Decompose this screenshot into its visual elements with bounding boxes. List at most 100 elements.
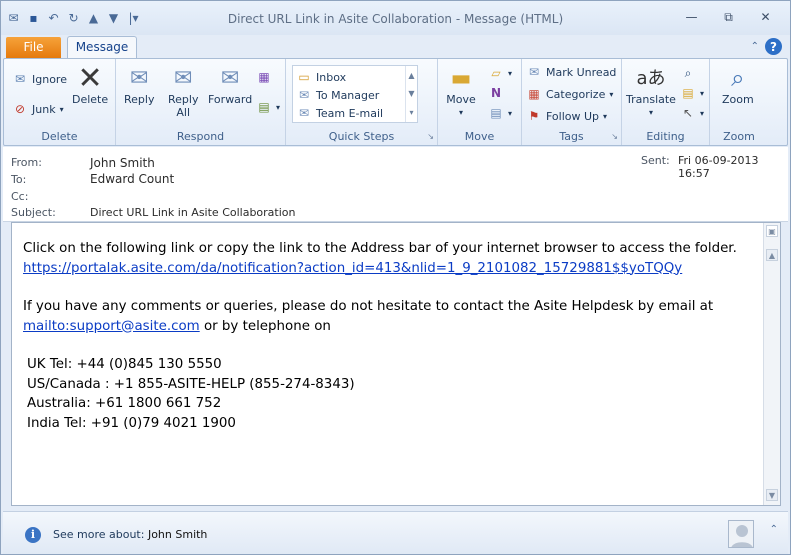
folder-move-icon: ▭: [298, 70, 310, 84]
group-quick-steps: ▭ Inbox ✉ To Manager ✉ Team E-mail ▲ ▼ ▾…: [286, 59, 438, 145]
actions-button[interactable]: ▤ ▾: [488, 105, 512, 121]
reply-all-button[interactable]: ✉ Reply All: [168, 63, 198, 119]
help-icon[interactable]: ?: [765, 38, 782, 55]
move-button[interactable]: ▬ Move ▾: [446, 63, 476, 119]
junk-label: Junk: [32, 102, 56, 116]
reply-icon: ✉: [130, 65, 149, 91]
junk-dropdown-icon: ▾: [59, 104, 64, 114]
sent-label: Sent:: [641, 154, 670, 167]
body-scrollbar[interactable]: ▣ ▲ ▼: [763, 223, 780, 505]
mark-unread-icon: ✉: [528, 65, 540, 79]
ribbon: ✉ Ignore ⊘ Junk ▾ ✕ Delete Delete ✉ Reply…: [3, 58, 788, 146]
title-bar: ✉ ▪ ↶ ↻ ▲ ▼ |▾ Direct URL Link in Asite …: [1, 1, 790, 35]
group-label-delete: Delete: [41, 130, 78, 143]
rules-dropdown-icon: ▾: [508, 68, 513, 78]
window-controls: — ⧉ ✕: [673, 7, 784, 27]
zoom-button[interactable]: ⌕ Zoom: [722, 63, 754, 107]
ribbon-right-controls: ⌃ ?: [751, 38, 782, 55]
close-button[interactable]: ✕: [747, 7, 784, 27]
meeting-button[interactable]: ▦: [256, 69, 272, 85]
avatar[interactable]: [728, 520, 754, 548]
quick-step-to-manager[interactable]: ✉ To Manager: [296, 87, 379, 103]
select-button[interactable]: ↖ ▾: [680, 105, 704, 121]
quick-step-team-email[interactable]: ✉ Team E-mail: [296, 105, 383, 121]
quick-steps-scroll[interactable]: ▲ ▼ ▾: [405, 66, 417, 122]
more-respond-dropdown-icon: ▾: [276, 102, 281, 112]
find-button[interactable]: ⌕: [680, 65, 696, 81]
more-respond-button[interactable]: ▤ ▾: [256, 99, 280, 115]
from-value[interactable]: John Smith: [90, 156, 155, 170]
delete-label: Delete: [72, 93, 109, 106]
rules-icon: ▱: [491, 66, 501, 80]
translate-label: Translate: [626, 93, 676, 106]
message-body: Click on the following link or copy the …: [11, 222, 781, 506]
reply-button[interactable]: ✉ Reply: [124, 63, 154, 106]
forward-label: Forward: [208, 93, 253, 106]
tab-file[interactable]: File: [6, 37, 61, 58]
mark-unread-button[interactable]: ✉ Mark Unread: [526, 64, 616, 80]
reply-all-label-1: Reply: [168, 93, 199, 106]
follow-up-button[interactable]: ⚑ Follow Up ▾: [526, 108, 607, 124]
translate-button[interactable]: aあ Translate ▾: [626, 63, 676, 119]
quick-step-inbox-label: Inbox: [316, 70, 347, 84]
reply-label: Reply: [124, 93, 155, 106]
body-line-telephone: or by telephone on: [199, 318, 331, 334]
quick-step-to-manager-label: To Manager: [316, 88, 380, 102]
collapse-people-pane-icon[interactable]: ⌃: [770, 524, 778, 535]
minimize-button[interactable]: —: [673, 7, 710, 27]
people-pane: i See more about: John Smith ⌃: [3, 511, 788, 554]
tab-message[interactable]: Message: [67, 36, 137, 59]
categorize-button[interactable]: ▦ Categorize ▾: [526, 86, 613, 102]
reply-all-label-2: All: [176, 106, 191, 119]
body-line-instructions: Click on the following link or copy the …: [23, 241, 737, 256]
delete-button[interactable]: ✕ Delete: [72, 63, 108, 106]
related-button[interactable]: ▤ ▾: [680, 85, 704, 101]
follow-up-label: Follow Up: [546, 109, 600, 123]
forward-icon: ✉: [220, 65, 240, 91]
restore-button[interactable]: ⧉: [710, 7, 747, 27]
forward-mail-icon: ✉: [298, 88, 310, 102]
junk-icon: ⊘: [14, 102, 26, 116]
subject-value: Direct URL Link in Asite Collaboration: [90, 206, 296, 219]
follow-up-dropdown-icon: ▾: [603, 111, 608, 121]
minimize-ribbon-icon[interactable]: ⌃: [751, 41, 759, 52]
from-label: From:: [11, 156, 42, 169]
to-label: To:: [11, 173, 27, 186]
delete-x-icon: ✕: [77, 60, 103, 96]
see-more-about[interactable]: See more about: John Smith: [53, 528, 207, 541]
actions-icon: ▤: [490, 106, 502, 120]
flag-icon: ⚑: [528, 109, 540, 123]
scroll-down-arrow-icon[interactable]: ▼: [766, 489, 778, 501]
message-body-text: Click on the following link or copy the …: [23, 239, 737, 433]
ignore-button[interactable]: ✉ Ignore: [12, 71, 67, 87]
group-label-tags: Tags: [559, 130, 584, 143]
tel-us-canada: US/Canada : +1 855-ASITE-HELP (855-274-8…: [27, 376, 355, 392]
folder-link[interactable]: https://portalak.asite.com/da/notificati…: [23, 261, 682, 276]
ignore-icon: ✉: [14, 72, 26, 86]
rules-button[interactable]: ▱ ▾: [488, 65, 512, 81]
categorize-icon: ▦: [528, 87, 540, 101]
scroll-down-icon[interactable]: ▼: [408, 89, 414, 98]
cc-label: Cc:: [11, 190, 29, 203]
expand-icon[interactable]: ▾: [409, 108, 413, 117]
support-email-link[interactable]: mailto:support@asite.com: [23, 319, 200, 334]
forward-button[interactable]: ✉ Forward: [208, 63, 252, 106]
group-delete: ✉ Ignore ⊘ Junk ▾ ✕ Delete Delete: [4, 59, 116, 145]
group-label-quick-steps: Quick Steps: [328, 130, 395, 143]
move-folder-icon: ▬: [450, 65, 472, 91]
group-respond: ✉ Reply ✉ Reply All ✉ Forward ▦ ▤ ▾ Respo…: [116, 59, 286, 145]
scroll-up-icon[interactable]: ▲: [408, 71, 414, 80]
move-dropdown-icon: ▾: [458, 108, 463, 117]
tel-australia: Australia: +61 1800 661 752: [27, 396, 222, 411]
group-label-respond: Respond: [176, 130, 225, 143]
reading-options-icon[interactable]: ▣: [766, 225, 778, 237]
to-value[interactable]: Edward Count: [90, 172, 174, 186]
quick-step-inbox[interactable]: ▭ Inbox: [296, 69, 346, 85]
onenote-button[interactable]: N: [488, 85, 504, 101]
tel-india: India Tel: +91 (0)79 4021 1900: [27, 415, 236, 431]
see-more-person[interactable]: John Smith: [148, 528, 207, 541]
binoculars-icon: ⌕: [684, 65, 692, 80]
junk-button[interactable]: ⊘ Junk ▾: [12, 101, 64, 117]
categorize-label: Categorize: [546, 87, 606, 101]
scroll-up-arrow-icon[interactable]: ▲: [766, 249, 778, 261]
